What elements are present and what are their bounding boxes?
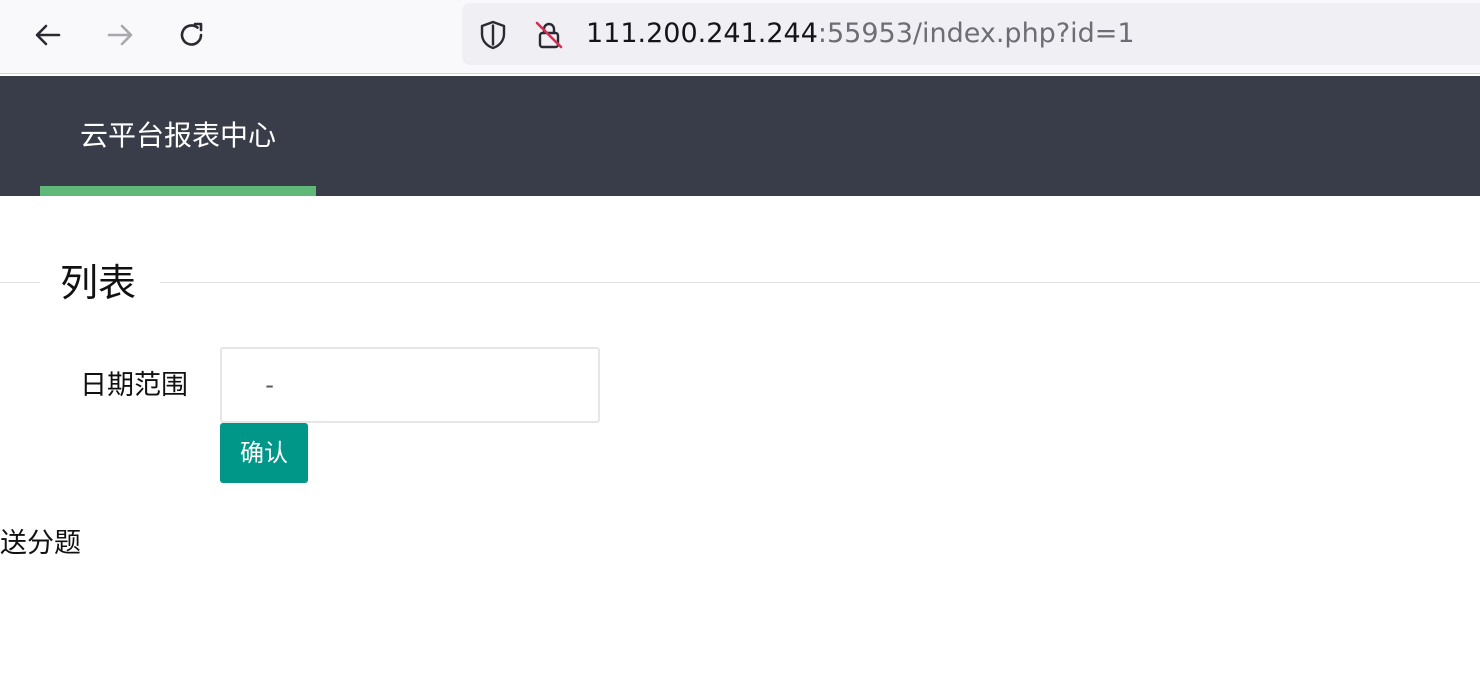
section-divider-right [160,282,1480,283]
browser-toolbar: 111.200.241.244:55953/index.php?id=1 [0,0,1480,74]
back-button[interactable] [28,15,68,55]
nav-tab-brand[interactable]: 云平台报表中心 [40,76,316,196]
insecure-lock-icon[interactable] [532,18,566,52]
section-divider-left [0,282,40,283]
active-tab-indicator [40,186,316,196]
url-bar[interactable]: 111.200.241.244:55953/index.php?id=1 [462,3,1480,65]
url-path: :55953/index.php?id=1 [817,18,1135,49]
app-header: 云平台报表中心 [0,76,1480,196]
forward-button[interactable] [100,15,140,55]
date-range-label: 日期范围 [80,370,188,401]
reload-button[interactable] [172,15,212,55]
arrow-right-icon [107,24,133,46]
content-text: 送分题 [0,528,81,559]
url-text[interactable]: 111.200.241.244:55953/index.php?id=1 [586,17,1135,51]
url-host: 111.200.241.244 [586,18,818,49]
brand-title[interactable]: 云平台报表中心 [80,118,276,154]
date-range-input[interactable] [220,347,600,423]
confirm-button[interactable]: 确认 [220,423,308,483]
section-title: 列表 [60,261,137,305]
arrow-left-icon [35,24,61,46]
shield-icon[interactable] [476,18,510,52]
reload-icon [180,22,203,46]
